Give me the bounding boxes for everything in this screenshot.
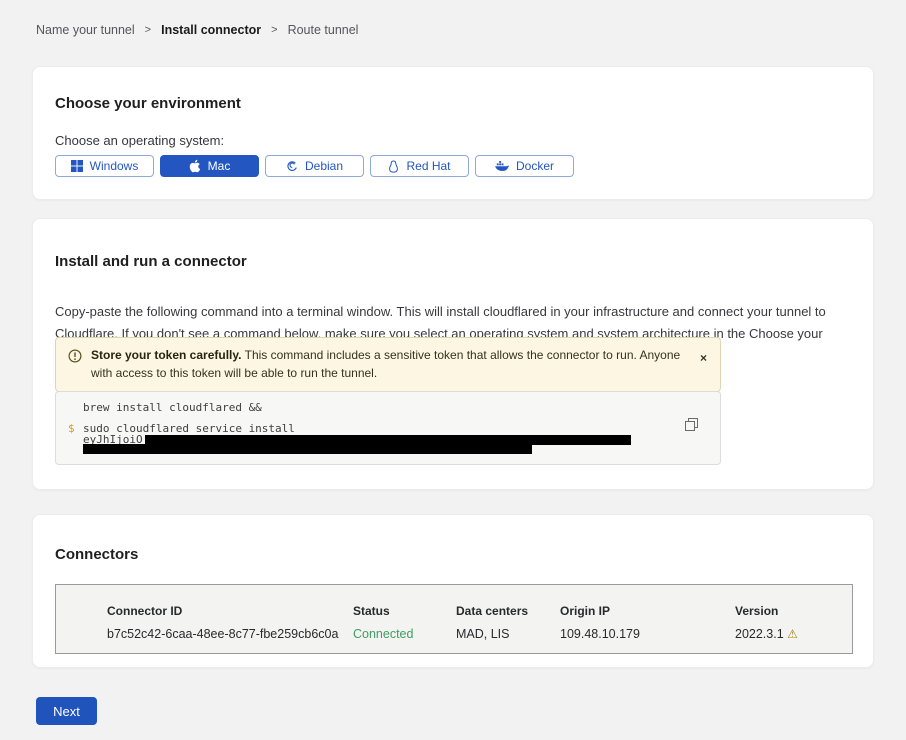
token-warning-banner: Store your token carefully. This command…: [55, 337, 721, 392]
table-row: b7c52c42-6caa-48ee-8c77-fbe259cb6c0a Con…: [56, 627, 852, 641]
close-icon[interactable]: ×: [700, 352, 707, 364]
os-button-label: Docker: [516, 159, 554, 173]
cell-version: 2022.3.1 ⚠: [735, 627, 852, 641]
breadcrumb-separator: >: [145, 24, 151, 36]
os-button-redhat[interactable]: Red Hat: [370, 155, 469, 177]
code-line-brew: brew install cloudflared &&: [83, 401, 262, 414]
cell-origin-ip: 109.48.10.179: [560, 627, 735, 641]
breadcrumb-step-name-tunnel[interactable]: Name your tunnel: [36, 23, 135, 37]
cell-data-centers: MAD, LIS: [456, 627, 560, 641]
col-header-origin-ip: Origin IP: [560, 604, 735, 618]
cell-connector-id: b7c52c42-6caa-48ee-8c77-fbe259cb6c0a: [56, 627, 353, 641]
card-title: Choose your environment: [55, 95, 241, 112]
os-button-label: Mac: [208, 159, 231, 173]
warning-title: Store your token carefully.: [91, 348, 242, 362]
col-header-data-centers: Data centers: [456, 604, 560, 618]
os-select-label: Choose an operating system:: [55, 133, 224, 148]
install-connector-card: Install and run a connector Copy-paste t…: [32, 218, 874, 490]
connectors-table: Connector ID Status Data centers Origin …: [55, 584, 853, 654]
docker-icon: [495, 161, 509, 172]
os-button-row: Windows Mac Debian: [55, 155, 574, 177]
table-header-row: Connector ID Status Data centers Origin …: [56, 604, 852, 618]
version-text: 2022.3.1: [735, 627, 784, 641]
status-badge: Connected: [353, 627, 456, 641]
os-button-label: Windows: [90, 159, 139, 173]
token-redaction-bar: [83, 444, 532, 454]
warning-triangle-icon: ⚠: [787, 627, 798, 641]
col-header-version: Version: [735, 604, 852, 618]
card-title: Install and run a connector: [55, 253, 247, 270]
copy-icon[interactable]: [685, 418, 698, 434]
debian-icon: [286, 160, 298, 172]
breadcrumb-separator: >: [271, 24, 277, 36]
next-button[interactable]: Next: [36, 697, 97, 725]
install-command-code-block: brew install cloudflared && $ sudo cloud…: [55, 391, 721, 465]
choose-environment-card: Choose your environment Choose an operat…: [32, 66, 874, 200]
os-button-windows[interactable]: Windows: [55, 155, 154, 177]
breadcrumb-step-route-tunnel[interactable]: Route tunnel: [288, 23, 359, 37]
breadcrumb-step-install-connector[interactable]: Install connector: [161, 23, 261, 37]
apple-icon: [189, 159, 201, 173]
os-button-debian[interactable]: Debian: [265, 155, 364, 177]
os-button-label: Red Hat: [406, 159, 450, 173]
alert-circle-icon: [68, 349, 82, 368]
warning-text: Store your token carefully. This command…: [91, 347, 686, 382]
token-redaction-bar: [145, 435, 631, 445]
card-title: Connectors: [55, 546, 138, 563]
os-button-mac[interactable]: Mac: [160, 155, 259, 177]
os-button-docker[interactable]: Docker: [475, 155, 574, 177]
breadcrumb: Name your tunnel > Install connector > R…: [36, 23, 358, 37]
redhat-icon: [388, 160, 399, 173]
windows-icon: [71, 160, 83, 172]
col-header-connector-id: Connector ID: [56, 604, 353, 618]
os-button-label: Debian: [305, 159, 343, 173]
col-header-status: Status: [353, 604, 456, 618]
shell-prompt: $: [68, 422, 75, 435]
connectors-card: Connectors Connector ID Status Data cent…: [32, 514, 874, 668]
